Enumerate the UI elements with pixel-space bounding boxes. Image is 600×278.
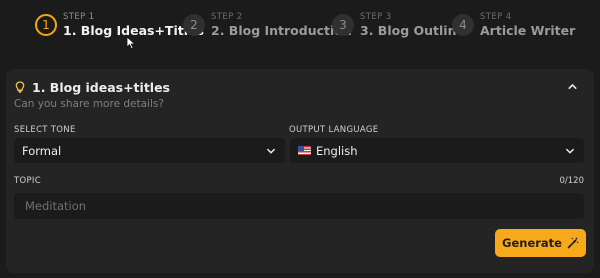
card-subtitle: Can you share more details?: [14, 98, 164, 110]
topic-label: TOPIC: [14, 176, 41, 186]
step-3[interactable]: 3 STEP 3 3. Blog Outline: [332, 10, 465, 40]
card-header: 1. Blog ideas+titles: [14, 78, 586, 96]
chevron-down-icon: [265, 145, 277, 157]
mouse-cursor-icon: [126, 36, 136, 50]
step-kicker: STEP 3: [360, 12, 392, 22]
step-kicker: STEP 4: [480, 12, 512, 22]
language-select[interactable]: English: [290, 138, 584, 163]
topic-char-counter: 0/120: [559, 176, 585, 186]
step-2[interactable]: 2 STEP 2 2. Blog Introduction: [183, 10, 352, 40]
tone-value: Formal: [22, 143, 62, 158]
step-title: 2. Blog Introduction: [211, 22, 352, 38]
us-flag-icon: [298, 146, 311, 155]
collapse-button[interactable]: [564, 78, 580, 94]
page: 1 STEP 1 1. Blog Ideas+Titles 2 STEP 2 2…: [0, 0, 600, 278]
step-number: 2: [183, 14, 205, 36]
step-1[interactable]: 1 STEP 1 1. Blog Ideas+Titles: [35, 10, 204, 40]
step-title: 3. Blog Outline: [360, 22, 465, 38]
step-number: 4: [452, 14, 474, 36]
chevron-up-icon: [567, 83, 577, 89]
generate-label: Generate: [502, 236, 562, 250]
step-number: 3: [332, 14, 354, 36]
language-label: OUTPUT LANGUAGE: [289, 125, 379, 135]
magic-wand-icon: [567, 237, 579, 249]
chevron-down-icon: [564, 145, 576, 157]
topic-input[interactable]: [14, 193, 584, 219]
language-value: English: [316, 143, 358, 158]
step-4[interactable]: 4 STEP 4 Article Writer: [452, 10, 575, 40]
bulb-icon: [14, 81, 26, 93]
card-title: 1. Blog ideas+titles: [32, 79, 170, 95]
step-kicker: STEP 2: [211, 12, 243, 22]
tone-select[interactable]: Formal: [14, 138, 285, 163]
generate-button[interactable]: Generate: [495, 229, 586, 257]
tone-label: SELECT TONE: [14, 125, 76, 135]
stepper: 1 STEP 1 1. Blog Ideas+Titles 2 STEP 2 2…: [0, 0, 600, 58]
blog-ideas-card: 1. Blog ideas+titles Can you share more …: [6, 69, 594, 273]
step-title: Article Writer: [480, 22, 576, 38]
step-number: 1: [35, 14, 57, 36]
